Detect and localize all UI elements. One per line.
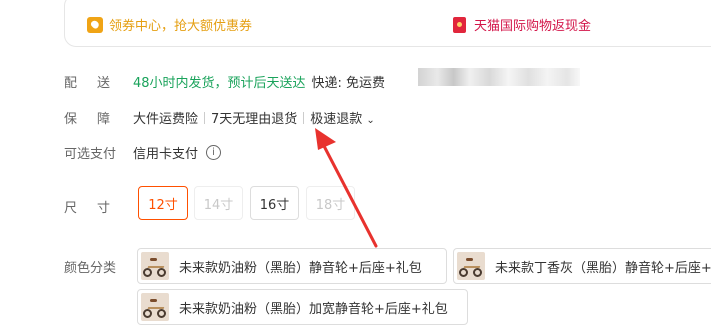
size-option-label: 16寸: [259, 197, 290, 213]
shipping-delivery-time: 48小时内发货，预计后天送达: [133, 76, 306, 91]
color-option-label: 未来款丁香灰（黑胎）静音轮+后座+礼包: [495, 260, 711, 276]
redacted-address: [418, 68, 580, 86]
coupon-center-link[interactable]: 领券中心，抢大额优惠券: [87, 15, 252, 34]
color-option-2[interactable]: 未来款丁香灰（黑胎）静音轮+后座+礼包: [453, 248, 711, 284]
size-option-label: 14寸: [203, 197, 234, 213]
color-option-3[interactable]: 未来款奶油粉（黑胎）加宽静音轮+后座+礼包: [137, 289, 468, 325]
size-option-label: 18寸: [315, 197, 346, 213]
guarantee-7day-return: 7天无理由退货: [211, 112, 298, 127]
payment-label: 可选支付: [64, 147, 117, 162]
info-icon[interactable]: i: [206, 145, 222, 160]
size-option-12[interactable]: 12寸: [138, 186, 188, 220]
size-label: 尺寸: [64, 201, 131, 216]
product-thumbnail: [141, 293, 169, 321]
guarantee-list: 大件运费险 7天无理由退货 极速退款 ⌄: [133, 108, 375, 127]
coupon-center-text: 领券中心，抢大额优惠券: [109, 19, 253, 34]
divider: [303, 111, 305, 124]
product-thumbnail: [141, 252, 169, 280]
guarantee-fast-refund-label: 极速退款: [310, 112, 363, 127]
size-option-label: 12寸: [148, 197, 178, 213]
payment-method: 信用卡支付: [133, 147, 199, 162]
shipping-fee: 快递: 免运费: [311, 76, 386, 91]
shipping-label: 配送: [64, 76, 131, 91]
guarantee-shipping-insurance: 大件运费险: [133, 112, 199, 127]
color-label: 颜色分类: [64, 261, 117, 276]
payment-value: 信用卡支付 i: [133, 143, 222, 162]
size-option-16[interactable]: 16寸: [250, 186, 299, 220]
tmall-cashback-link[interactable]: 天猫国际购物返现金: [453, 15, 591, 34]
product-thumbnail: [457, 252, 485, 280]
red-packet-icon: [453, 16, 466, 33]
divider: [204, 111, 206, 124]
size-option-14: 14寸: [194, 186, 243, 220]
coupon-icon: [87, 16, 103, 33]
tmall-cashback-text: 天猫国际购物返现金: [474, 19, 592, 34]
color-option-label: 未来款奶油粉（黑胎）加宽静音轮+后座+礼包: [179, 301, 448, 317]
promo-card: 领券中心，抢大额优惠券 天猫国际购物返现金: [64, 0, 711, 47]
color-option-1[interactable]: 未来款奶油粉（黑胎）静音轮+后座+礼包: [137, 248, 447, 284]
size-option-18: 18寸: [306, 186, 355, 220]
chevron-down-icon: ⌄: [366, 115, 375, 126]
guarantee-label: 保障: [64, 112, 131, 127]
shipping-value: 48小时内发货，预计后天送达 快递: 免运费: [133, 72, 385, 91]
color-option-label: 未来款奶油粉（黑胎）静音轮+后座+礼包: [179, 260, 422, 276]
guarantee-fast-refund[interactable]: 极速退款 ⌄: [310, 108, 374, 127]
